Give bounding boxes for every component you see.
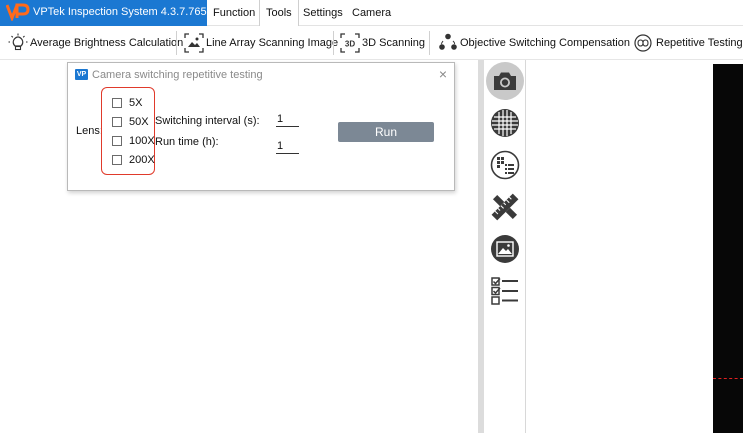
objective-switching-label: Objective Switching Compensation: [460, 37, 630, 49]
lens-checkbox-5x[interactable]: 5X: [112, 96, 142, 110]
crosshair-line: [713, 378, 743, 379]
image-viewer[interactable]: [527, 60, 743, 433]
repetitive-testing-dialog: VP Camera switching repetitive testing ×…: [67, 62, 455, 191]
run-time-field[interactable]: [276, 138, 299, 154]
grid-globe-icon: [491, 109, 519, 137]
app-title: VPTek Inspection System 4.3.7.7658: [33, 6, 213, 18]
menu-camera[interactable]: Camera: [346, 0, 397, 26]
ruler-tools-icon: [491, 193, 519, 221]
lens-option-label: 200X: [129, 154, 155, 166]
average-brightness-label: Average Brightness Calculation: [30, 37, 184, 49]
app-logo-icon: [6, 3, 30, 21]
checkbox-icon[interactable]: [112, 136, 122, 146]
lens-checkbox-200x[interactable]: 200X: [112, 153, 155, 167]
title-bar: VPTek Inspection System 4.3.7.7658 Funct…: [0, 0, 743, 26]
toolbar: Average Brightness Calculation Line Arra…: [0, 26, 743, 60]
run-button[interactable]: Run: [338, 122, 434, 142]
menu-function[interactable]: Function: [207, 0, 261, 26]
objective-switch-icon: [439, 33, 457, 50]
side-grid-list-button[interactable]: [486, 146, 524, 184]
svg-text:3D: 3D: [345, 40, 355, 49]
image-frame-icon: [491, 235, 519, 263]
lens-checkbox-50x[interactable]: 50X: [112, 115, 149, 129]
menu-settings[interactable]: Settings: [297, 0, 349, 26]
objective-switching-button[interactable]: Objective Switching Compensation: [438, 30, 630, 56]
toolbar-divider: [429, 31, 430, 55]
average-brightness-button[interactable]: Average Brightness Calculation: [8, 30, 183, 56]
switching-interval-field[interactable]: [276, 111, 299, 127]
side-measure-button[interactable]: [486, 188, 524, 226]
checklist-icon: [491, 277, 518, 305]
line-array-scanning-label: Line Array Scanning Image: [206, 37, 339, 49]
brightness-icon: [8, 33, 28, 51]
repeat-icon: [634, 34, 652, 52]
side-image-button[interactable]: [486, 230, 524, 268]
checkbox-icon[interactable]: [112, 98, 122, 108]
camera-icon: [494, 72, 516, 90]
side-toolbar: [484, 60, 526, 433]
switching-interval-label: Switching interval (s):: [155, 115, 260, 127]
checkbox-icon[interactable]: [112, 155, 122, 165]
side-grid-button[interactable]: [486, 104, 524, 142]
3d-scanning-button[interactable]: 3D 3D Scanning: [340, 30, 425, 56]
3d-scanning-label: 3D Scanning: [362, 37, 425, 49]
repetitive-testing-label: Repetitive Testing: [656, 37, 743, 49]
dialog-title: Camera switching repetitive testing: [92, 69, 263, 81]
toolbar-divider: [333, 31, 334, 55]
run-time-label: Run time (h):: [155, 136, 219, 148]
checkbox-icon[interactable]: [112, 117, 122, 127]
3d-frame-icon: 3D: [340, 33, 360, 53]
lens-checkbox-100x[interactable]: 100X: [112, 134, 155, 148]
close-icon[interactable]: ×: [436, 67, 450, 81]
toolbar-divider: [176, 31, 177, 55]
menu-tools[interactable]: Tools: [259, 0, 299, 26]
grid-list-icon: [490, 150, 520, 180]
line-array-scanning-button[interactable]: Line Array Scanning Image: [184, 30, 338, 56]
repetitive-testing-button[interactable]: Repetitive Testing: [632, 30, 743, 56]
lens-option-label: 100X: [129, 135, 155, 147]
dialog-app-icon: VP: [75, 69, 88, 80]
side-camera-button[interactable]: [486, 62, 524, 100]
lens-option-label: 50X: [129, 116, 149, 128]
lens-label: Lens:: [76, 125, 103, 137]
lens-option-label: 5X: [129, 97, 143, 109]
scan-frame-icon: [184, 33, 204, 53]
app-title-area: VPTek Inspection System 4.3.7.7658: [0, 0, 213, 26]
side-checklist-button[interactable]: [486, 272, 524, 310]
